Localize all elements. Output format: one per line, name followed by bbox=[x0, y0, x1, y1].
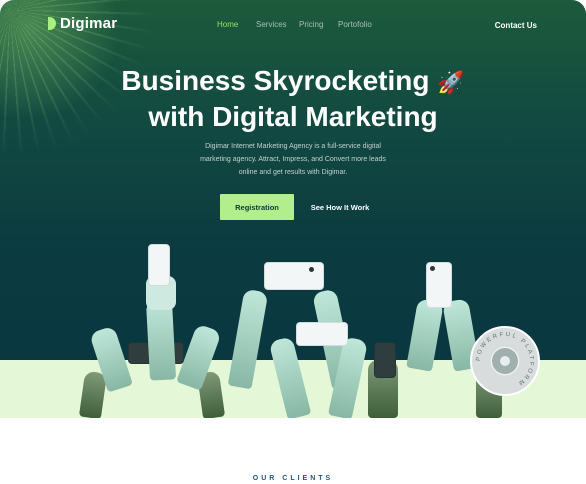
camera-icon bbox=[309, 267, 314, 272]
hero-section: Digimar Home Services Pricing Portofolio… bbox=[0, 0, 586, 418]
logo-icon bbox=[48, 17, 56, 30]
raised-arm-1 bbox=[145, 299, 177, 381]
see-how-it-work-button[interactable]: See How It Work bbox=[302, 194, 378, 220]
badge-circular-text: POWERFUL PLATFORM bbox=[476, 332, 534, 387]
phone-portrait-right bbox=[426, 262, 452, 308]
phone-landscape-center-low bbox=[296, 322, 348, 346]
contact-us-link[interactable]: Contact Us bbox=[495, 21, 537, 30]
phone-portrait-1 bbox=[148, 244, 170, 286]
our-clients-heading: OUR CLIENTS bbox=[252, 475, 334, 482]
nav-item-portofolio[interactable]: Portofolio bbox=[338, 20, 372, 29]
registration-button[interactable]: Registration bbox=[220, 194, 294, 220]
hero-title: Business Skyrocketing 🚀 with Digital Mar… bbox=[0, 64, 586, 134]
nav-item-pricing[interactable]: Pricing bbox=[299, 20, 323, 29]
rocket-icon: 🚀 bbox=[437, 70, 465, 95]
phone-landscape-center bbox=[264, 262, 324, 290]
logo[interactable]: Digimar bbox=[48, 15, 117, 32]
camera-icon-2 bbox=[430, 266, 435, 271]
svg-text:POWERFUL PLATFORM: POWERFUL PLATFORM bbox=[476, 332, 534, 387]
nav-item-home[interactable]: Home bbox=[217, 20, 238, 29]
phone-portrait-dark bbox=[374, 342, 396, 378]
powerful-platform-badge: POWERFUL PLATFORM bbox=[470, 326, 540, 396]
hero-subtitle: Digimar Internet Marketing Agency is a f… bbox=[200, 143, 386, 176]
logo-text: Digimar bbox=[60, 15, 118, 32]
hero-title-line2: with Digital Marketing bbox=[148, 101, 438, 132]
hero-title-line1: Business Skyrocketing bbox=[121, 65, 430, 96]
nav-item-services[interactable]: Services bbox=[256, 20, 287, 29]
